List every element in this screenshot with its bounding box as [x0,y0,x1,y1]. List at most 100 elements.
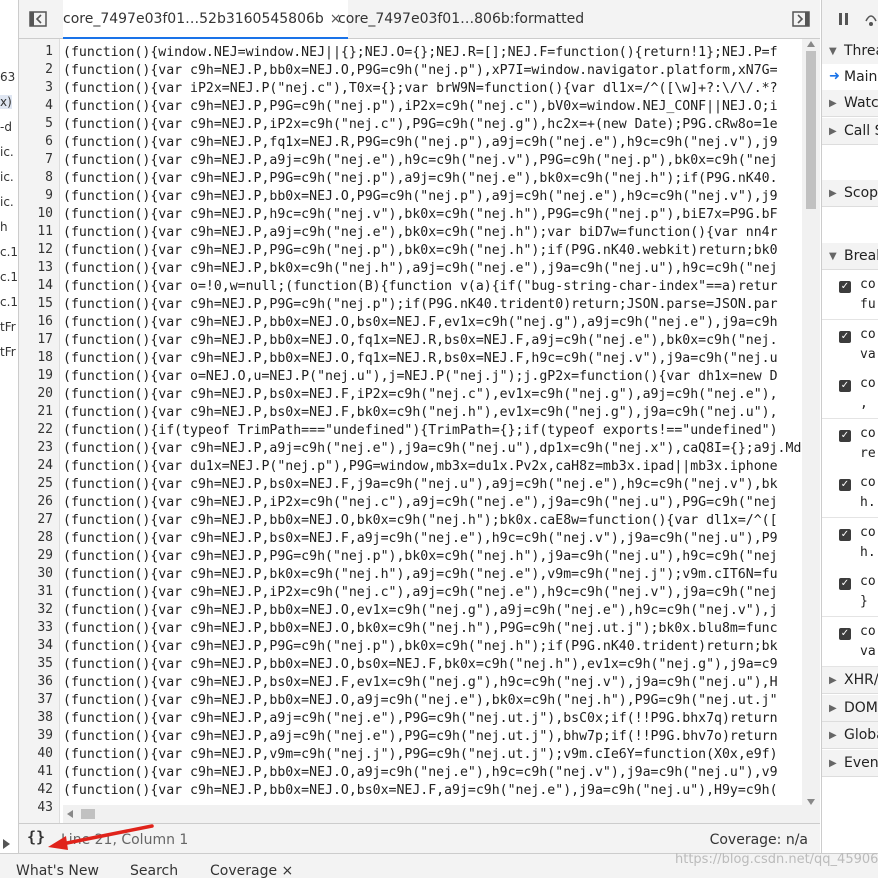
breakpoint-checkbox[interactable]: ✓ [839,578,851,590]
line-number[interactable]: 41 [37,764,53,779]
code-line[interactable]: (function(){var o=NEJ.O,u=NEJ.P("nej.u")… [63,368,778,386]
tab-core-formatted[interactable]: core_7497e03f01…806b:formatted [338,0,584,38]
line-number[interactable]: 28 [37,530,53,545]
vertical-scroll-thumb[interactable] [806,51,816,209]
navigator-item[interactable]: h [0,220,8,234]
line-number[interactable]: 3 [45,80,53,95]
line-number[interactable]: 15 [37,296,53,311]
vertical-scrollbar[interactable] [802,39,820,823]
code-line[interactable]: (function(){var c9h=NEJ.P,a9j=c9h("nej.e… [63,152,778,170]
code-line[interactable]: (function(){var c9h=NEJ.P,P9G=c9h("nej.p… [63,242,778,260]
horizontal-scroll-thumb[interactable] [81,809,95,819]
debugger-bottom-section-1[interactable]: ▶ DOM [822,694,878,722]
line-number[interactable]: 35 [37,656,53,671]
line-number[interactable]: 4 [45,98,53,113]
code-editor[interactable]: 1 2 3 4 5 6 7 8 9 10 11 12 13 14 15 16 17 18 19 20 21 22 23 24 2… [19,39,820,823]
line-number[interactable]: 42 [37,782,53,797]
code-line[interactable]: (function(){var c9h=NEJ.P,a9j=c9h("nej.e… [63,224,778,242]
breakpoint-item[interactable]: ✓ co h. [822,517,878,568]
breakpoint-item[interactable]: ✓ co h. [822,468,878,518]
breakpoint-item[interactable]: ✓ co} [822,567,878,617]
line-number[interactable]: 25 [37,476,53,491]
line-number[interactable]: 6 [45,134,53,149]
line-number[interactable]: 7 [45,152,53,167]
line-number[interactable]: 34 [37,638,53,653]
code-line[interactable]: (function(){var c9h=NEJ.P,iP2x=c9h("nej.… [63,584,778,602]
code-line[interactable]: (function(){var c9h=NEJ.P,P9G=c9h("nej.p… [63,170,778,188]
line-number[interactable]: 19 [37,368,53,383]
line-number[interactable]: 2 [45,62,53,77]
code-line[interactable]: (function(){var c9h=NEJ.P,bb0x=NEJ.O,bs0… [63,782,778,800]
navigator-item[interactable]: c.1 [0,295,18,309]
navigator-item[interactable]: ic. [0,195,14,209]
line-number[interactable]: 33 [37,620,53,635]
debugger-section-5[interactable]: ▼ Break [822,243,878,270]
breakpoint-checkbox[interactable]: ✓ [839,330,851,343]
line-number[interactable]: 21 [37,404,53,419]
code-line[interactable]: (function(){var c9h=NEJ.P,bs0x=NEJ.F,a9j… [63,530,778,548]
code-line[interactable]: (function(){if(typeof TrimPath==="undefi… [63,422,778,440]
breakpoint-item[interactable]: ✓ co, [822,369,878,419]
code-line[interactable]: (function(){var c9h=NEJ.P,bs0x=NEJ.F,j9a… [63,476,778,494]
step-over-icon[interactable] [864,11,878,27]
toggle-navigator-button[interactable] [28,9,48,29]
line-number[interactable]: 31 [37,584,53,599]
code-content[interactable]: (function(){window.NEJ=window.NEJ||{};NE… [63,39,802,823]
code-line[interactable]: (function(){var c9h=NEJ.P,fq1x=NEJ.R,P9G… [63,134,778,152]
line-number[interactable]: 26 [37,494,53,509]
navigator-item[interactable]: ic. [0,145,14,159]
code-line[interactable]: (function(){var c9h=NEJ.P,bs0x=NEJ.F,bk0… [63,404,778,422]
tab-core-minified[interactable]: core_7497e03f01…52b3160545806b × [63,0,348,39]
code-line[interactable]: (function(){var c9h=NEJ.P,P9G=c9h("nej.p… [63,638,778,656]
line-number[interactable]: 18 [37,350,53,365]
line-number[interactable]: 32 [37,602,53,617]
line-number[interactable]: 36 [37,674,53,689]
navigator-item[interactable]: tFr [0,320,16,334]
line-number[interactable]: 8 [45,170,53,185]
code-line[interactable]: (function(){var c9h=NEJ.P,bk0x=c9h("nej.… [63,260,778,278]
code-line[interactable]: (function(){var c9h=NEJ.P,bs0x=NEJ.F,ev1… [63,674,778,692]
navigator-item[interactable]: c.1 [0,245,18,259]
pause-icon[interactable] [838,13,850,25]
line-number[interactable]: 5 [45,116,53,131]
code-line[interactable]: (function(){var c9h=NEJ.P,h9c=c9h("nej.v… [63,206,778,224]
code-line[interactable]: (function(){var c9h=NEJ.P,bb0x=NEJ.O,fq1… [63,332,778,350]
toggle-debugger-button[interactable] [791,9,811,29]
code-line[interactable]: (function(){window.NEJ=window.NEJ||{};NE… [63,44,778,62]
breakpoint-checkbox[interactable]: ✓ [839,479,851,491]
code-line[interactable]: (function(){var c9h=NEJ.P,bk0x=c9h("nej.… [63,566,778,584]
line-number[interactable]: 9 [45,188,53,203]
code-line[interactable]: (function(){var c9h=NEJ.P,bb0x=NEJ.O,bk0… [63,620,778,638]
code-line[interactable]: (function(){var c9h=NEJ.P,iP2x=c9h("nej.… [63,116,778,134]
navigator-item[interactable]: c.1 [0,270,18,284]
navigator-item[interactable]: tFr [0,345,16,359]
line-number[interactable]: 17 [37,332,53,347]
breakpoint-checkbox[interactable]: ✓ [839,429,851,442]
code-line[interactable]: (function(){var c9h=NEJ.P,bb0x=NEJ.O,fq1… [63,350,778,368]
line-number[interactable]: 23 [37,440,53,455]
code-line[interactable]: (function(){var c9h=NEJ.P,v9m=c9h("nej.j… [63,746,778,764]
breakpoint-item[interactable]: ✓ co re [822,418,878,469]
line-number[interactable]: 10 [37,206,53,221]
debugger-bottom-section-0[interactable]: ▶ XHR/ [822,667,878,694]
line-number[interactable]: 30 [37,566,53,581]
breakpoint-checkbox[interactable]: ✓ [839,627,851,640]
breakpoint-checkbox[interactable]: ✓ [839,528,851,541]
line-number[interactable]: 11 [37,224,53,239]
line-number[interactable]: 14 [37,278,53,293]
code-line[interactable]: (function(){var c9h=NEJ.P,a9j=c9h("nej.e… [63,440,802,458]
code-line[interactable]: (function(){var c9h=NEJ.P,P9G=c9h("nej.p… [63,98,778,116]
line-number[interactable]: 39 [37,728,53,743]
breakpoint-item[interactable]: ✓ co va [822,616,878,667]
line-number[interactable]: 40 [37,746,53,761]
code-line[interactable]: (function(){var du1x=NEJ.P("nej.p"),P9G=… [63,458,778,476]
line-number[interactable]: 24 [37,458,53,473]
code-line[interactable]: (function(){var c9h=NEJ.P,P9G=c9h("nej.p… [63,548,778,566]
drawer-menu-icon[interactable] [3,839,11,849]
code-line[interactable]: (function(){var c9h=NEJ.P,a9j=c9h("nej.e… [63,728,778,746]
code-line[interactable]: (function(){var c9h=NEJ.P,bb0x=NEJ.O,P9G… [63,62,778,80]
line-number[interactable]: 12 [37,242,53,257]
code-line[interactable]: (function(){var o=!0,w=null;(function(B)… [63,278,778,296]
code-line[interactable]: (function(){var c9h=NEJ.P,bb0x=NEJ.O,bk0… [63,512,778,530]
line-number[interactable]: 16 [37,314,53,329]
